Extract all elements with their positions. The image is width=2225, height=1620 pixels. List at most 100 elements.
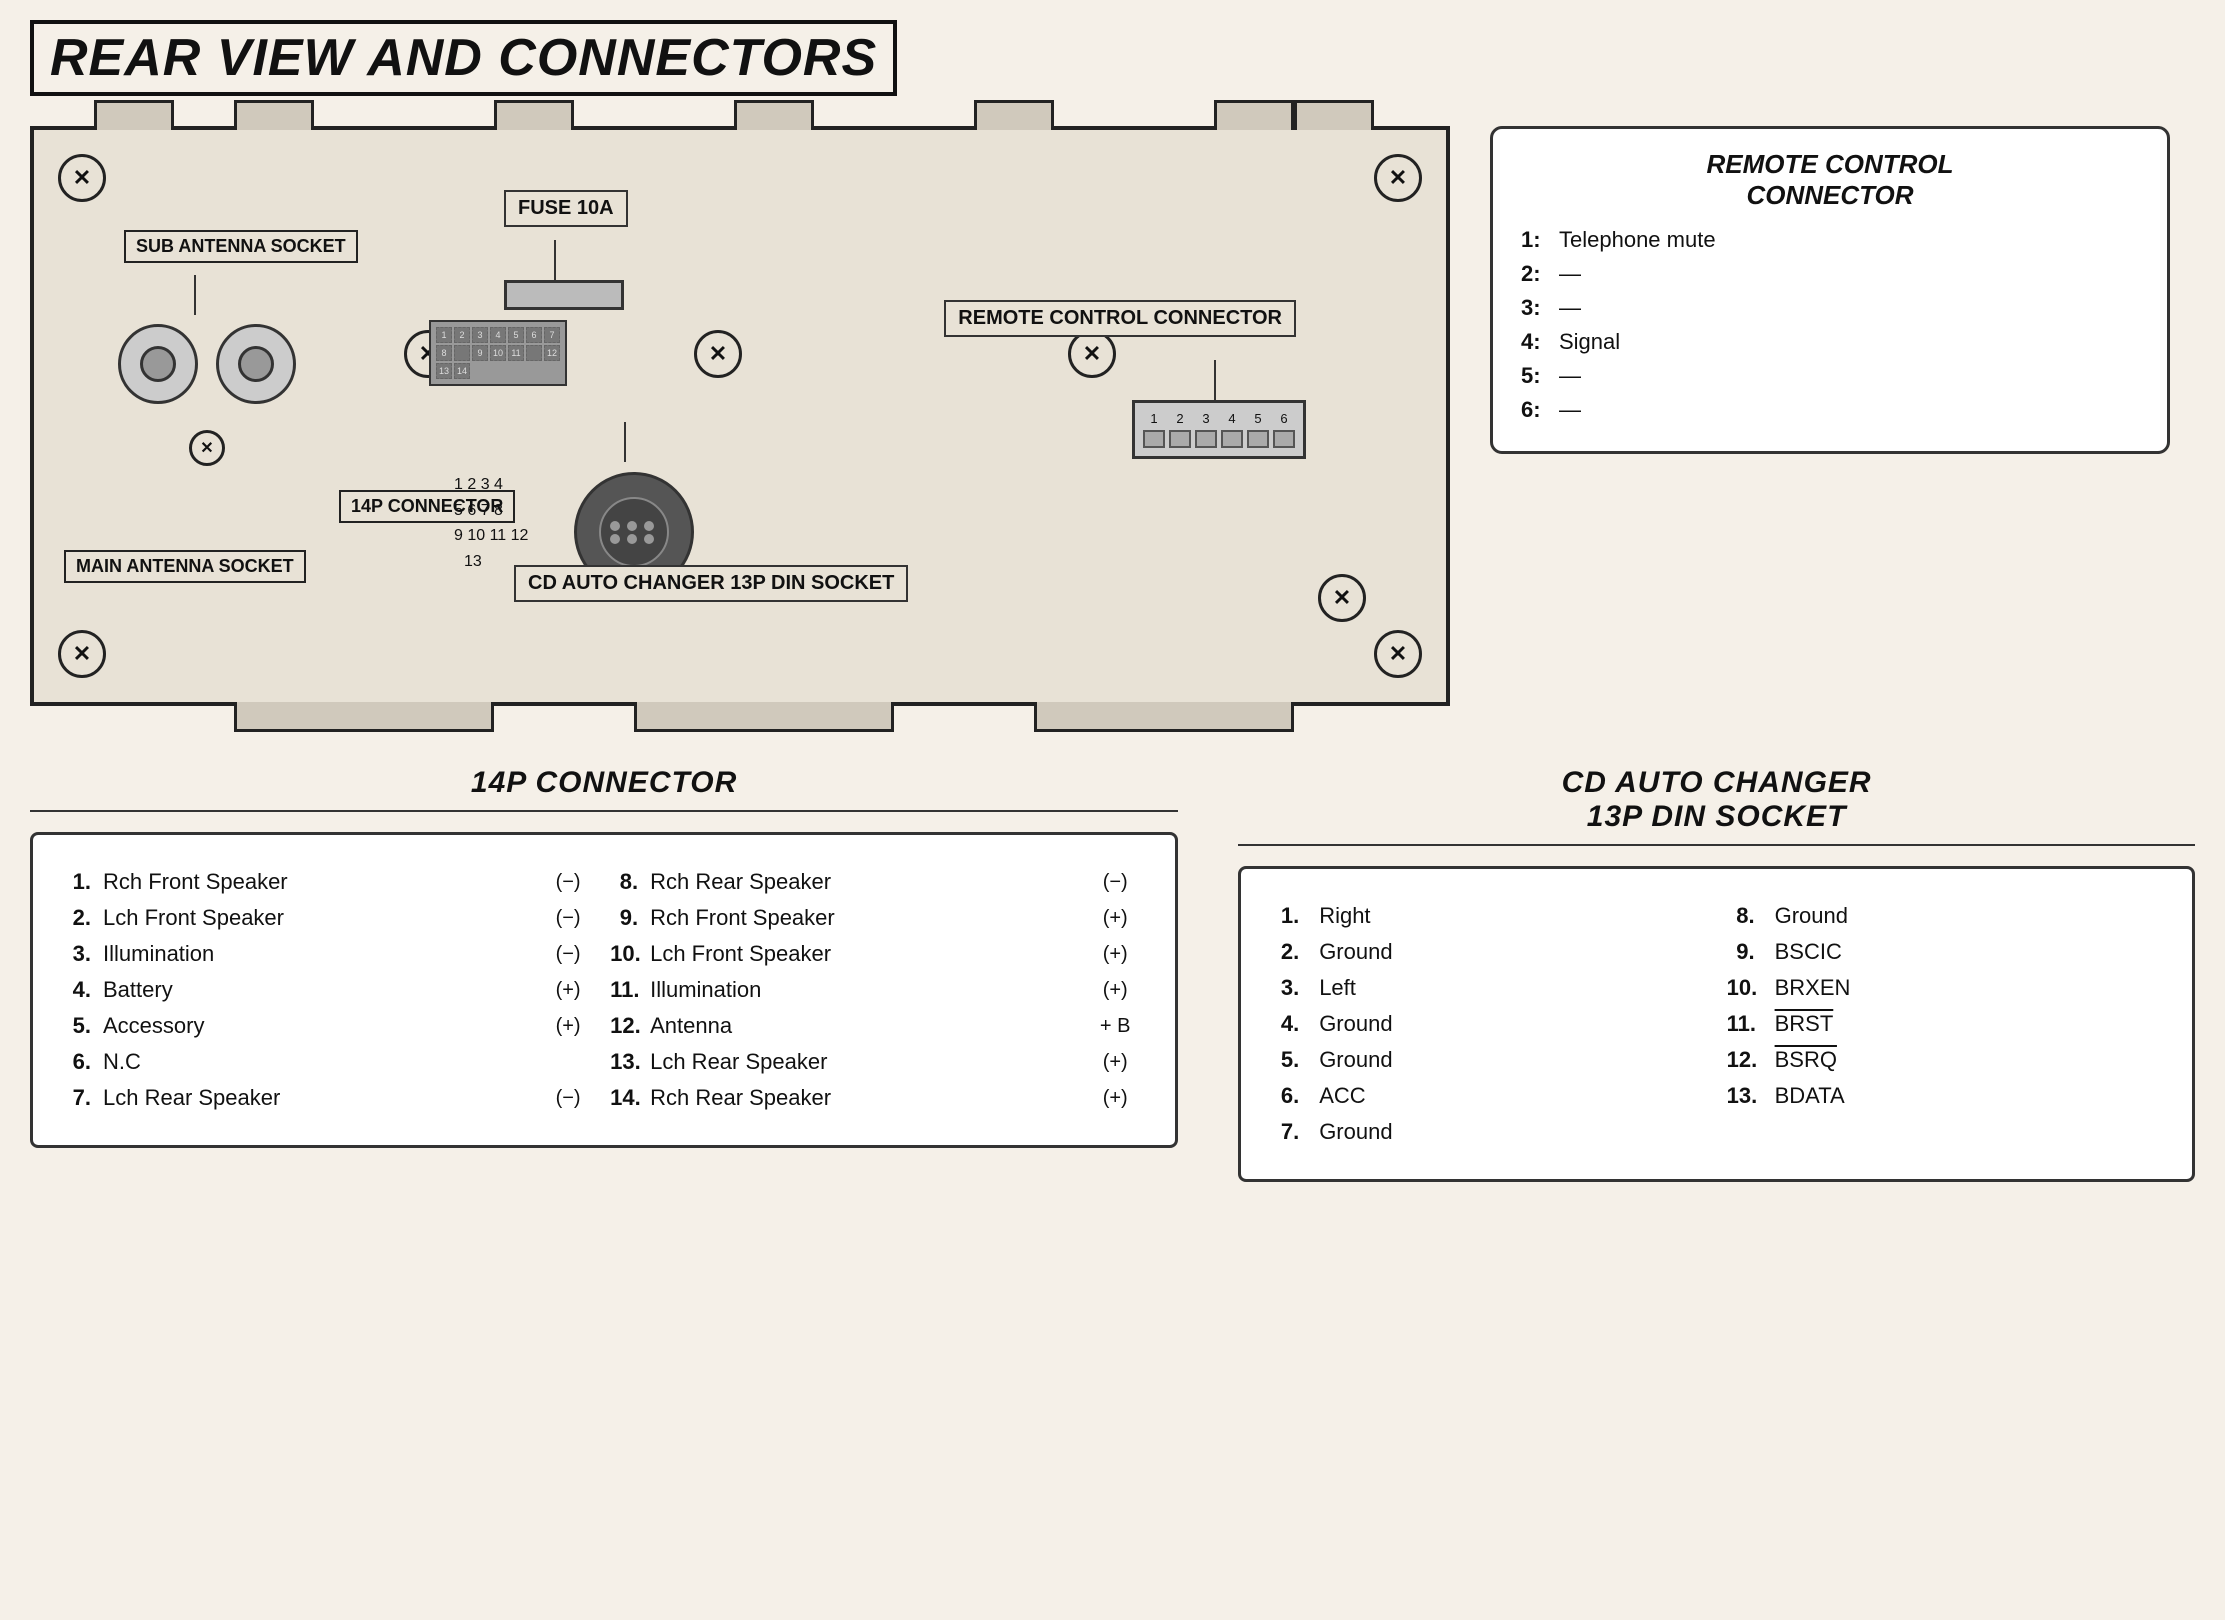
- left-sign: (−): [538, 943, 598, 966]
- x-circle-br2: ✕: [1318, 574, 1366, 622]
- rcc-pin-row: 1: Telephone mute: [1521, 227, 2139, 253]
- right-num: 10.: [1727, 975, 1755, 1001]
- right-sign: + B: [1085, 1015, 1145, 1038]
- left-num: 4.: [63, 977, 91, 1003]
- left-num: 7.: [63, 1085, 91, 1111]
- connector-14p-row: 7. Lch Rear Speaker (−) 14. Rch Rear Spe…: [63, 1085, 1145, 1111]
- pin-label: —: [1559, 363, 1581, 389]
- tab-top-6: [1214, 100, 1294, 130]
- right-label: Ground: [1775, 903, 2162, 929]
- sub-antenna-label: SUB ANTENNA SOCKET: [124, 230, 358, 263]
- left-num: 4.: [1271, 1011, 1299, 1037]
- right-label-overline: BSRQ: [1775, 1047, 2162, 1073]
- fuse-arrow: [554, 240, 556, 280]
- pin-label: Signal: [1559, 329, 1620, 355]
- tab-top-4: [734, 100, 814, 130]
- connector-14p-rows: 1. Rch Front Speaker (−) 8. Rch Rear Spe…: [63, 869, 1145, 1111]
- rcc-pin-row: 4: Signal: [1521, 329, 2139, 355]
- screw-br: ✕: [1374, 630, 1422, 678]
- rcc-pins-list: 1: Telephone mute 2: — 3: — 4: Signal 5: — 6:…: [1521, 227, 2139, 423]
- device-box: ✕ ✕ ✕ ✕ ✕ ✕ ✕ ✕ SUB ANTENNA SOCKET ✕ MAI…: [30, 126, 1450, 706]
- left-sign: (+): [538, 1015, 598, 1038]
- pin-label: —: [1559, 397, 1581, 423]
- left-label: ACC: [1319, 1083, 1706, 1109]
- cd-arrow: [624, 422, 626, 462]
- bottom-section: 14P CONNECTOR 1. Rch Front Speaker (−) 8…: [30, 766, 2195, 1182]
- right-sign: (+): [1085, 1051, 1145, 1074]
- rcc-pin-row: 6: —: [1521, 397, 2139, 423]
- left-label: N.C: [103, 1049, 526, 1075]
- screw-tr: ✕: [1374, 154, 1422, 202]
- right-num: 13.: [1727, 1083, 1755, 1109]
- fuse-component: [504, 280, 624, 310]
- left-label: Ground: [1319, 1011, 1706, 1037]
- rcc-pin-row: 5: —: [1521, 363, 2139, 389]
- cd-row: 5. Ground 12. BSRQ: [1271, 1047, 2162, 1073]
- six-pin-connector: 1 2 3 4 5 6: [1132, 400, 1306, 459]
- connector-14p-row: 1. Rch Front Speaker (−) 8. Rch Rear Spe…: [63, 869, 1145, 895]
- sub-antenna-socket: [118, 324, 198, 404]
- connector-14p-section: 14P CONNECTOR 1. Rch Front Speaker (−) 8…: [30, 766, 1178, 1182]
- connector-14p-section-title: 14P CONNECTOR: [30, 766, 1178, 812]
- left-label: Ground: [1319, 1047, 1706, 1073]
- right-num: 11.: [1727, 1011, 1755, 1037]
- main-antenna-label: MAIN ANTENNA SOCKET: [64, 550, 306, 583]
- left-num: 2.: [1271, 939, 1299, 965]
- right-num: 13.: [610, 1049, 638, 1075]
- left-sign: (−): [538, 871, 598, 894]
- right-num: 11.: [610, 977, 638, 1003]
- cd-rows: 1. Right 8. Ground 2. Ground 9. BSCIC 3.…: [1271, 903, 2162, 1145]
- left-sign: (−): [538, 907, 598, 930]
- right-sign: (+): [1085, 1087, 1145, 1110]
- x-circle-center: ✕: [694, 330, 742, 378]
- tab-top-7: [1294, 100, 1374, 130]
- right-label: BRXEN: [1775, 975, 2162, 1001]
- page-title: REAR VIEW AND CONNECTORS: [30, 20, 897, 96]
- right-label: Rch Rear Speaker: [650, 869, 1073, 895]
- right-label: Rch Rear Speaker: [650, 1085, 1073, 1111]
- right-label: BSCIC: [1775, 939, 2162, 965]
- right-label: BDATA: [1775, 1083, 2162, 1109]
- right-num: 8.: [1727, 903, 1755, 929]
- cd-table-box: 1. Right 8. Ground 2. Ground 9. BSCIC 3.…: [1238, 866, 2195, 1182]
- cd-section-title: CD AUTO CHANGER 13P DIN SOCKET: [1238, 766, 2195, 846]
- left-num: 3.: [63, 941, 91, 967]
- tab-bottom-3: [1034, 702, 1294, 732]
- arrow-sub: [194, 275, 196, 315]
- tab-top-1: [94, 100, 174, 130]
- right-num: 12.: [1727, 1047, 1755, 1073]
- antenna-sockets: [114, 320, 300, 408]
- right-label: Rch Front Speaker: [650, 905, 1073, 931]
- cd-row: 6. ACC 13. BDATA: [1271, 1083, 2162, 1109]
- cd-row: 3. Left 10. BRXEN: [1271, 975, 2162, 1001]
- tab-top-2: [234, 100, 314, 130]
- pin-num: 2:: [1521, 261, 1551, 287]
- right-num: 14.: [610, 1085, 638, 1111]
- cd-row: 2. Ground 9. BSCIC: [1271, 939, 2162, 965]
- pin-num: 4:: [1521, 329, 1551, 355]
- connector-14p-row: 4. Battery (+) 11. Illumination (+): [63, 977, 1145, 1003]
- cd-auto-changer-section: CD AUTO CHANGER 13P DIN SOCKET 1. Right …: [1238, 766, 2195, 1182]
- rcc-arrow: [1214, 360, 1216, 400]
- right-sign: (+): [1085, 907, 1145, 930]
- left-num: 6.: [1271, 1083, 1299, 1109]
- left-num: 5.: [63, 1013, 91, 1039]
- connector-14p-row: 2. Lch Front Speaker (−) 9. Rch Front Sp…: [63, 905, 1145, 931]
- rcc-info-title: REMOTE CONTROL CONNECTOR: [1521, 149, 2139, 211]
- left-num: 1.: [1271, 903, 1299, 929]
- left-label: Lch Front Speaker: [103, 905, 526, 931]
- right-num: 12.: [610, 1013, 638, 1039]
- left-label: Ground: [1319, 1119, 1706, 1145]
- pin-num: 3:: [1521, 295, 1551, 321]
- cd-row: 4. Ground 11. BRST: [1271, 1011, 2162, 1037]
- screw-tl: ✕: [58, 154, 106, 202]
- right-num: 10.: [610, 941, 638, 967]
- tab-top-5: [974, 100, 1054, 130]
- x-circle-right: ✕: [1068, 330, 1116, 378]
- pin-num: 6:: [1521, 397, 1551, 423]
- antenna-x: ✕: [189, 430, 225, 466]
- left-num: 1.: [63, 869, 91, 895]
- right-num: 8.: [610, 869, 638, 895]
- left-sign: (−): [538, 1087, 598, 1110]
- left-num: 3.: [1271, 975, 1299, 1001]
